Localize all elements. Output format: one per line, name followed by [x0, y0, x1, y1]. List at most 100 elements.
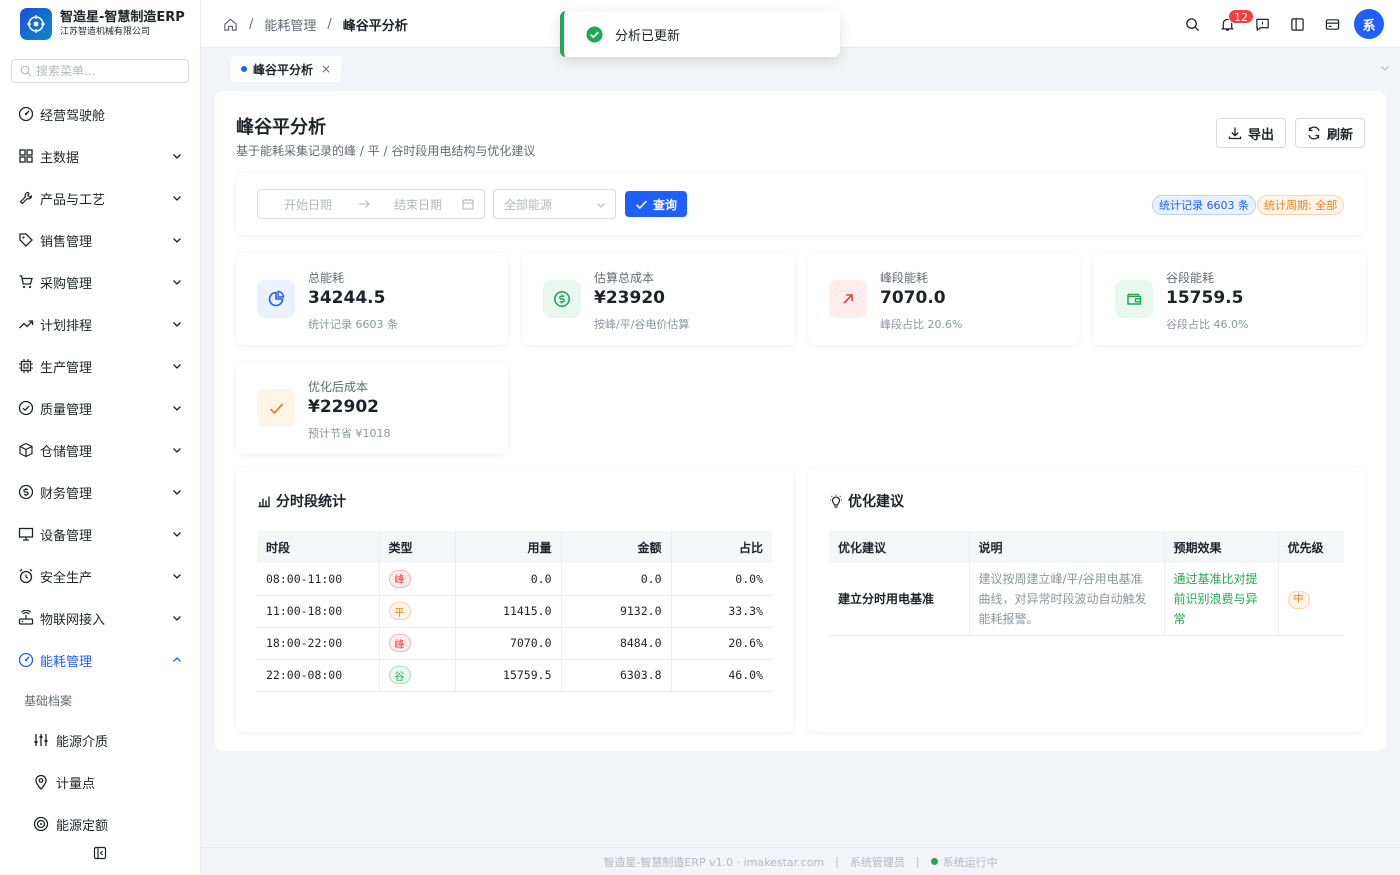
chevron-down-icon	[173, 406, 181, 411]
sidebar-item-planning[interactable]: 计划排程	[0, 303, 200, 345]
energy-type-select[interactable]: 全部能源	[493, 189, 616, 219]
messages-button[interactable]	[1245, 7, 1280, 42]
sidebar-subitem-energy-medium[interactable]: 能源介质	[0, 719, 200, 761]
column-header[interactable]: 金额	[561, 531, 672, 563]
breadcrumb-separator: /	[327, 16, 332, 32]
tab-peak-valley-analysis[interactable]: 峰谷平分析 ×	[231, 56, 342, 82]
column-header[interactable]: 类型	[379, 531, 456, 563]
avatar[interactable]: 系	[1354, 9, 1384, 39]
sidebar-item-production[interactable]: 生产管理	[0, 345, 200, 387]
grid-icon	[19, 149, 33, 163]
chevron-down-icon	[173, 238, 181, 243]
menu-group-label: 基础档案	[24, 693, 73, 708]
menu-search-input[interactable]	[36, 64, 176, 78]
notification-button[interactable]: 12	[1210, 7, 1254, 42]
breadcrumb-item[interactable]: 能耗管理	[264, 15, 316, 34]
records-count-tag: 统计记录 6603 条	[1152, 195, 1256, 215]
cell-usage: 0.0	[455, 563, 562, 596]
cell-amount: 8484.0	[561, 627, 672, 660]
peak-badge: 峰	[388, 569, 411, 588]
sidebar-item-label: 质量管理	[40, 402, 93, 418]
period-tag: 统计周期: 全部	[1257, 195, 1345, 215]
sidebar-collapse-button[interactable]	[0, 831, 200, 875]
active-dot	[241, 66, 247, 72]
kpi-label: 总能耗	[308, 271, 345, 285]
sidebar-item-master-data[interactable]: 主数据	[0, 135, 200, 177]
cell-type: 峰	[379, 563, 456, 596]
sidebar-menu: 经营驾驶舱 主数据 产品与工艺 销售管理 采购管理 计划排程 生产管理 质量管理…	[0, 93, 200, 845]
home-icon[interactable]	[223, 17, 238, 32]
panel-title: 分时段统计	[257, 491, 346, 511]
column-header[interactable]: 优化建议	[829, 531, 970, 563]
energy-chart-icon	[257, 280, 295, 318]
query-button[interactable]: 查询	[625, 191, 688, 217]
cell-type: 峰	[379, 627, 456, 660]
column-header[interactable]: 预期效果	[1164, 531, 1279, 563]
column-header[interactable]: 用量	[455, 531, 562, 563]
sidebar-item-quality[interactable]: 质量管理	[0, 387, 200, 429]
chevron-up-icon	[173, 657, 181, 662]
card-button[interactable]	[1315, 7, 1350, 42]
column-header[interactable]: 占比	[671, 531, 772, 563]
table-row[interactable]: 18:00-22:00 峰 7070.0 8484.0 20.6%	[257, 627, 772, 660]
chevron-down-icon	[173, 322, 181, 327]
start-date-placeholder[interactable]: 开始日期	[284, 196, 332, 213]
header-tools: 12 系	[1175, 0, 1384, 48]
kpi-value: 34244.5	[308, 288, 386, 308]
table-row[interactable]: 建立分时用电基准 建议按周建立峰/平/谷用电基准曲线，对异常时段波动自动触发能耗…	[829, 563, 1344, 636]
search-button[interactable]	[1175, 7, 1210, 42]
chip-icon	[19, 359, 33, 373]
sidebar-item-label: 仓储管理	[40, 444, 93, 460]
tool-icon	[19, 191, 33, 205]
filter-bar: 开始日期 结束日期 全部能源 查询 统计记录 6603 条 统计周期: 全部	[236, 173, 1365, 235]
chevron-down-icon	[173, 280, 181, 285]
kpi-label: 峰段能耗	[880, 271, 929, 285]
sidebar-item-label: 能耗管理	[40, 654, 93, 670]
sidebar-subitem-metering-point[interactable]: 计量点	[0, 761, 200, 803]
sidebar-item-purchase[interactable]: 采购管理	[0, 261, 200, 303]
chevron-down-icon	[173, 616, 181, 621]
date-range-picker[interactable]: 开始日期 结束日期	[257, 189, 485, 219]
sidebar-item-product-process[interactable]: 产品与工艺	[0, 177, 200, 219]
tab-label: 峰谷平分析	[253, 62, 314, 77]
cell-ratio: 33.3%	[671, 595, 772, 628]
chevron-down-icon	[173, 364, 181, 369]
end-date-placeholder[interactable]: 结束日期	[394, 196, 442, 213]
tab-close-icon[interactable]: ×	[321, 62, 331, 76]
sidebar-item-equipment[interactable]: 设备管理	[0, 513, 200, 555]
menu-search[interactable]	[11, 59, 189, 83]
export-label: 导出	[1248, 127, 1275, 143]
cell-usage: 15759.5	[455, 659, 562, 692]
sidebar-item-label: 经营驾驶舱	[40, 108, 106, 124]
success-check-icon	[586, 25, 603, 43]
cell-period: 18:00-22:00	[257, 627, 380, 660]
sidebar-item-iot[interactable]: 物联网接入	[0, 597, 200, 639]
dashboard-icon	[18, 106, 34, 122]
column-header[interactable]: 说明	[969, 531, 1165, 563]
kpi-subtext: 按峰/平/谷电价估算	[594, 318, 690, 331]
brand[interactable]: 智造星-智慧制造ERP 江苏智造机械有限公司	[0, 0, 200, 48]
table-row[interactable]: 22:00-08:00 谷 15759.5 6303.8 46.0%	[257, 659, 772, 692]
sidebar-item-finance[interactable]: 财务管理	[0, 471, 200, 513]
panel-title-text: 优化建议	[848, 494, 904, 510]
sidebar-item-energy[interactable]: 能耗管理	[0, 639, 200, 681]
sidebar-item-safety[interactable]: 安全生产	[0, 555, 200, 597]
sidebar-item-dashboard[interactable]: 经营驾驶舱	[0, 93, 200, 135]
chevron-down-icon[interactable]	[1380, 63, 1390, 73]
column-header[interactable]: 优先级	[1278, 531, 1344, 563]
refresh-button[interactable]: 刷新	[1295, 118, 1366, 148]
table-row[interactable]: 08:00-11:00 峰 0.0 0.0 0.0%	[257, 563, 772, 596]
cart-icon	[19, 275, 33, 289]
column-header[interactable]: 时段	[257, 531, 380, 563]
table-row[interactable]: 11:00-18:00 平 11415.0 9132.0 33.3%	[257, 595, 772, 628]
sidebar-item-sales[interactable]: 销售管理	[0, 219, 200, 261]
chevron-down-icon	[173, 154, 181, 159]
cell-period: 08:00-11:00	[257, 563, 380, 596]
kpi-subtext: 峰段占比 20.6%	[880, 318, 963, 331]
sidebar-item-label: 安全生产	[40, 570, 93, 586]
export-button[interactable]: 导出	[1216, 118, 1287, 148]
sidebar-item-warehouse[interactable]: 仓储管理	[0, 429, 200, 471]
sidebar: 智造星-智慧制造ERP 江苏智造机械有限公司 经营驾驶舱 主数据 产品与工艺 销…	[0, 0, 201, 875]
layout-button[interactable]	[1280, 7, 1315, 42]
cell-ratio: 46.0%	[671, 659, 772, 692]
